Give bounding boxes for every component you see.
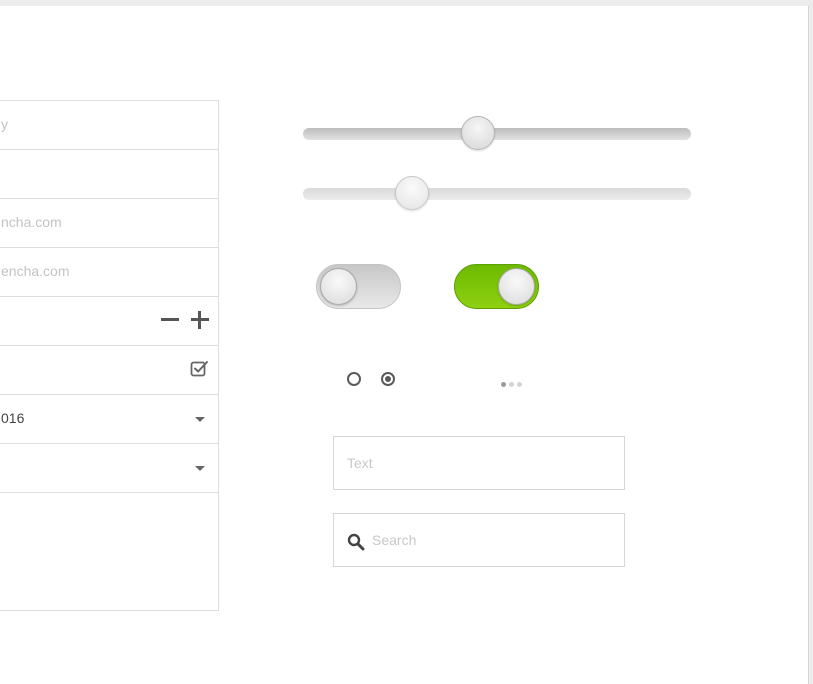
toggle-off[interactable] bbox=[316, 264, 401, 309]
pager-dot[interactable] bbox=[509, 382, 514, 387]
slider-1[interactable] bbox=[303, 114, 691, 154]
radio-unchecked[interactable] bbox=[347, 372, 361, 386]
caret-down-icon[interactable] bbox=[195, 466, 205, 471]
radio-checked[interactable] bbox=[381, 372, 395, 386]
slider-track[interactable] bbox=[303, 128, 691, 140]
search-icon bbox=[347, 533, 365, 551]
form-row-number-stepper bbox=[0, 297, 218, 346]
form-row-url[interactable]: encha.com bbox=[0, 248, 218, 297]
pager-dot[interactable] bbox=[517, 382, 522, 387]
field-text: ncha.com bbox=[1, 214, 62, 230]
checkbox-checked-icon[interactable] bbox=[190, 359, 209, 378]
app-frame: y ncha.com encha.com 016 bbox=[0, 6, 809, 684]
form-row-date-picker[interactable]: 016 bbox=[0, 395, 218, 444]
slider-2[interactable] bbox=[303, 174, 691, 214]
search-input[interactable] bbox=[372, 514, 616, 566]
pager-dots bbox=[501, 382, 531, 390]
textarea-field[interactable] bbox=[0, 493, 218, 610]
plus-icon[interactable] bbox=[191, 311, 209, 329]
form-panel: y ncha.com encha.com 016 bbox=[0, 100, 219, 611]
caret-down-icon[interactable] bbox=[195, 417, 205, 422]
form-row-select[interactable] bbox=[0, 444, 218, 493]
toggle-on[interactable] bbox=[454, 264, 539, 309]
toggle-knob[interactable] bbox=[498, 268, 535, 305]
minus-icon[interactable] bbox=[161, 311, 179, 329]
field-text: y bbox=[1, 116, 8, 132]
form-row-name[interactable]: y bbox=[0, 101, 218, 150]
pager-dot-active[interactable] bbox=[501, 382, 506, 387]
slider-track[interactable] bbox=[303, 188, 691, 200]
form-row-checkbox bbox=[0, 346, 218, 395]
slider-thumb[interactable] bbox=[394, 176, 429, 210]
slider-thumb[interactable] bbox=[460, 116, 495, 150]
text-input[interactable] bbox=[347, 437, 616, 489]
form-row-email[interactable]: ncha.com bbox=[0, 199, 218, 248]
field-text: 016 bbox=[1, 410, 25, 426]
field-text: encha.com bbox=[1, 263, 70, 279]
search-field[interactable] bbox=[333, 513, 625, 567]
form-row-password[interactable] bbox=[0, 150, 218, 199]
toggle-knob[interactable] bbox=[320, 268, 357, 305]
text-field[interactable] bbox=[333, 436, 625, 490]
